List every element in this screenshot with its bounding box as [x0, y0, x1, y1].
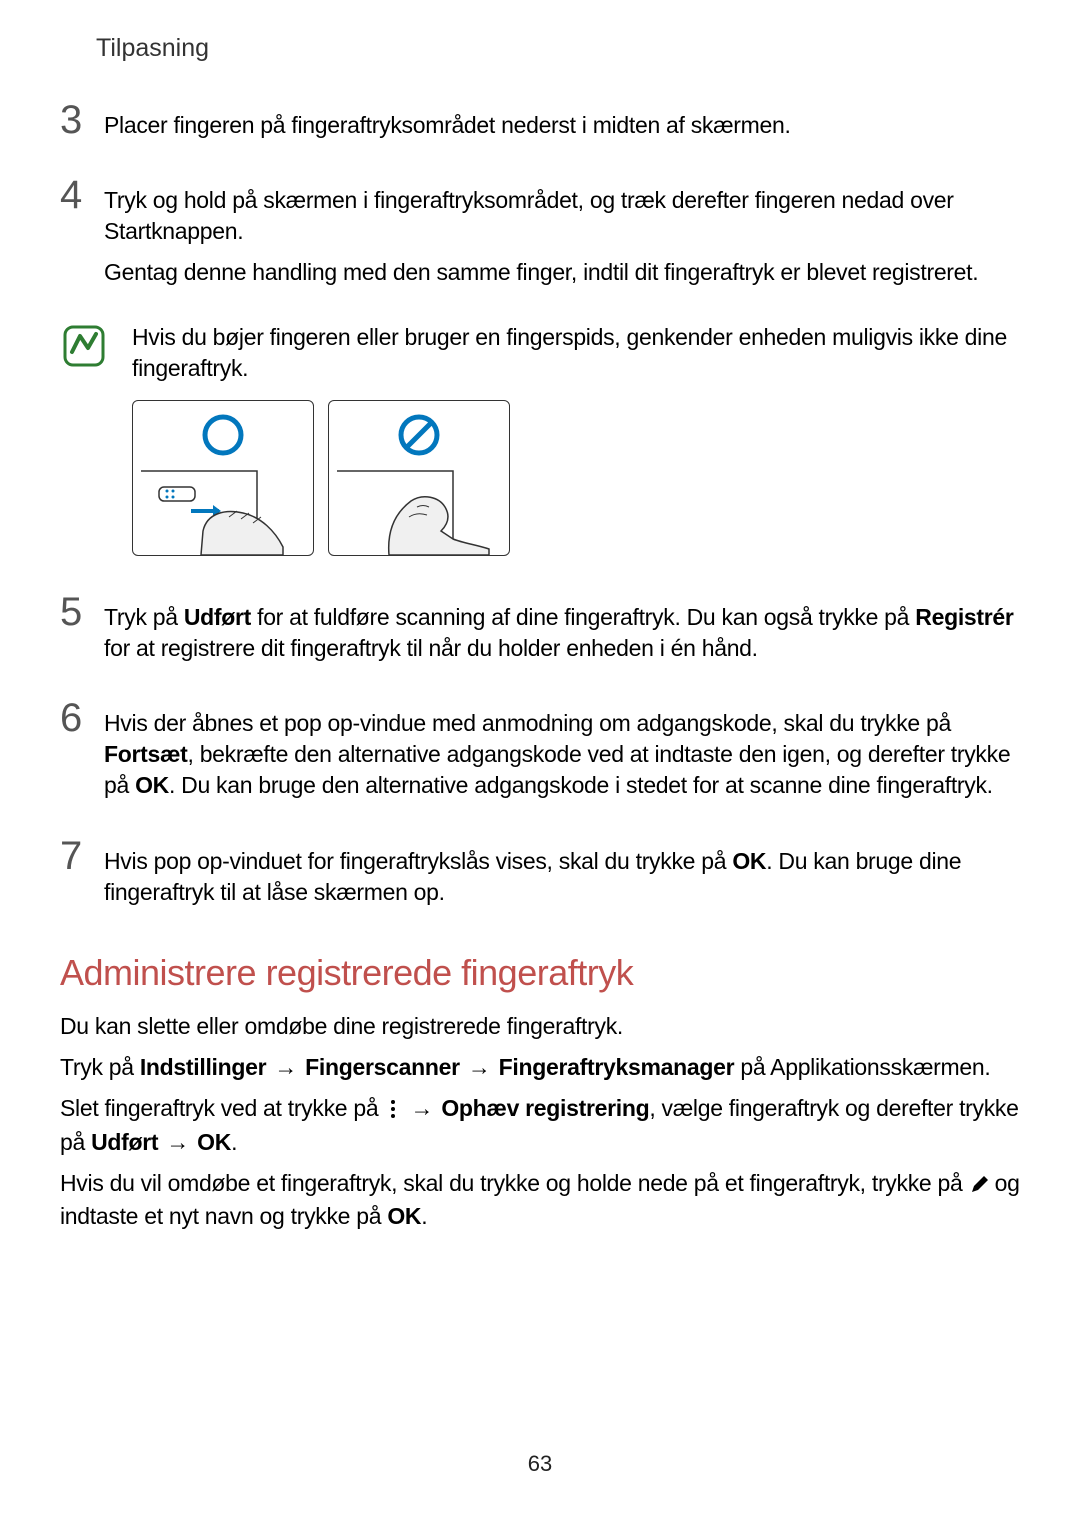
step-number: 5 — [60, 592, 104, 632]
step-7: 7 Hvis pop op-vinduet for fingeraftryksl… — [60, 836, 1020, 918]
step-body: Tryk og hold på skærmen i fingeraftrykso… — [104, 185, 1020, 298]
step-5: 5 Tryk på Udført for at fuldføre scannin… — [60, 592, 1020, 674]
step-text: Tryk på Udført for at fuldføre scanning … — [104, 602, 1020, 664]
step-6: 6 Hvis der åbnes et pop op-vindue med an… — [60, 698, 1020, 811]
step-body: Hvis der åbnes et pop op-vindue med anmo… — [104, 708, 1020, 811]
page-header: Tilpasning — [96, 34, 209, 63]
paragraph: Du kan slette eller omdøbe dine registre… — [60, 1010, 1020, 1043]
step-text: Hvis der åbnes et pop op-vindue med anmo… — [104, 708, 1020, 801]
page-content: 3 Placer fingeren på fingeraftryksområde… — [60, 100, 1020, 1242]
page-number: 63 — [0, 1451, 1080, 1477]
step-text: Tryk og hold på skærmen i fingeraftrykso… — [104, 185, 1020, 247]
illustration-correct — [132, 400, 314, 556]
step-number: 3 — [60, 100, 104, 140]
step-number: 7 — [60, 836, 104, 876]
illustration-row — [132, 400, 1020, 556]
info-box: Hvis du bøjer fingeren eller bruger en f… — [60, 322, 1020, 384]
step-4: 4 Tryk og hold på skærmen i fingeraftryk… — [60, 175, 1020, 298]
step-text: Hvis pop op-vinduet for fingeraftrykslås… — [104, 846, 1020, 908]
more-options-icon — [384, 1097, 402, 1119]
step-body: Tryk på Udført for at fuldføre scanning … — [104, 602, 1020, 674]
pen-icon — [969, 1173, 989, 1193]
step-text: Gentag denne handling med den samme fing… — [104, 257, 1020, 288]
section-title: Administrere registrerede fingeraftryk — [60, 952, 1020, 994]
paragraph: Slet fingeraftryk ved at trykke på → Oph… — [60, 1092, 1020, 1159]
step-body: Placer fingeren på fingeraftryksområdet … — [104, 110, 1020, 151]
step-text: Placer fingeren på fingeraftryksområdet … — [104, 110, 1020, 141]
illustration-incorrect — [328, 400, 510, 556]
step-3: 3 Placer fingeren på fingeraftryksområde… — [60, 100, 1020, 151]
paragraph: Tryk på Indstillinger → Fingerscanner → … — [60, 1051, 1020, 1084]
paragraph: Hvis du vil omdøbe et fingeraftryk, skal… — [60, 1167, 1020, 1234]
step-number: 4 — [60, 175, 104, 215]
step-number: 6 — [60, 698, 104, 738]
info-text: Hvis du bøjer fingeren eller bruger en f… — [132, 322, 1020, 384]
step-body: Hvis pop op-vinduet for fingeraftrykslås… — [104, 846, 1020, 918]
info-icon — [60, 322, 108, 370]
